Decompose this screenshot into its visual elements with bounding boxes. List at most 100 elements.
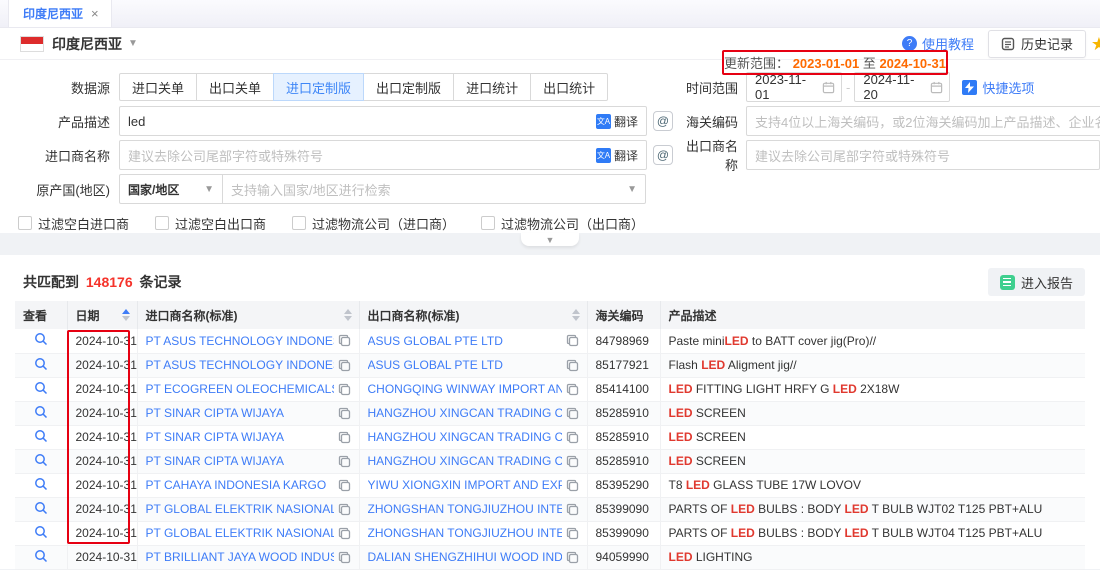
view-cell[interactable] bbox=[15, 377, 67, 401]
importer-link[interactable]: PT SINAR CIPTA WIJAYA bbox=[146, 406, 284, 420]
source-tab-3[interactable]: 出口定制版 bbox=[363, 73, 454, 101]
checkbox-icon[interactable] bbox=[18, 216, 32, 230]
exporter-link[interactable]: ASUS GLOBAL PTE LTD bbox=[368, 334, 503, 348]
copy-icon[interactable] bbox=[566, 527, 579, 540]
copy-icon[interactable] bbox=[338, 479, 351, 492]
source-tab-4[interactable]: 进口统计 bbox=[453, 73, 531, 101]
copy-icon[interactable] bbox=[566, 479, 579, 492]
importer-link[interactable]: PT BRILLIANT JAYA WOOD INDUSTRY bbox=[146, 550, 334, 564]
copy-icon[interactable] bbox=[338, 455, 351, 468]
importer-link[interactable]: PT ECOGREEN OLEOCHEMICALS bbox=[146, 382, 334, 396]
copy-icon[interactable] bbox=[566, 334, 579, 347]
view-magnifier-icon[interactable] bbox=[34, 525, 48, 539]
copy-icon[interactable] bbox=[338, 503, 351, 516]
view-magnifier-icon[interactable] bbox=[34, 501, 48, 515]
hs-code-input[interactable]: 支持4位以上海关编码，或2位海关编码加上产品描述、企业名称的任意信息 bbox=[746, 106, 1100, 136]
view-magnifier-icon[interactable] bbox=[34, 357, 48, 371]
view-magnifier-icon[interactable] bbox=[34, 429, 48, 443]
tutorial-link[interactable]: ? 使用教程 bbox=[902, 34, 974, 53]
source-tab-2[interactable]: 进口定制版 bbox=[273, 73, 364, 101]
importer-link[interactable]: PT ASUS TECHNOLOGY INDONESIA BA... bbox=[146, 334, 334, 348]
exporter-input[interactable]: 建议去除公司尾部字符或特殊符号 bbox=[746, 140, 1100, 170]
view-cell[interactable] bbox=[15, 521, 67, 545]
column-header-1[interactable]: 日期 bbox=[67, 301, 137, 329]
source-tab-0[interactable]: 进口关单 bbox=[119, 73, 197, 101]
filter-checkbox-2[interactable]: 过滤物流公司（进口商） bbox=[292, 214, 455, 233]
end-date-input[interactable]: 2024-11-20 bbox=[854, 72, 950, 102]
exporter-link[interactable]: CHONGQING WINWAY IMPORT AND E... bbox=[368, 382, 562, 396]
copy-icon[interactable] bbox=[338, 407, 351, 420]
copy-icon[interactable] bbox=[338, 334, 351, 347]
view-magnifier-icon[interactable] bbox=[34, 549, 48, 563]
copy-icon[interactable] bbox=[338, 359, 351, 372]
copy-icon[interactable] bbox=[338, 383, 351, 396]
chevron-down-icon[interactable]: ▼ bbox=[128, 38, 138, 49]
view-magnifier-icon[interactable] bbox=[34, 381, 48, 395]
copy-icon[interactable] bbox=[566, 359, 579, 372]
view-cell[interactable] bbox=[15, 329, 67, 353]
enter-report-button[interactable]: 进入报告 bbox=[988, 268, 1085, 296]
source-tab-5[interactable]: 出口统计 bbox=[530, 73, 608, 101]
copy-icon[interactable] bbox=[338, 431, 351, 444]
view-cell[interactable] bbox=[15, 449, 67, 473]
copy-icon[interactable] bbox=[566, 503, 579, 516]
favorite-star-icon[interactable]: ★ bbox=[1091, 34, 1100, 55]
window-tab-indonesia[interactable]: 印度尼西亚 × bbox=[8, 0, 112, 27]
country-title[interactable]: 印度尼西亚 bbox=[52, 34, 122, 54]
view-cell[interactable] bbox=[15, 353, 67, 377]
view-cell[interactable] bbox=[15, 425, 67, 449]
filter-checkbox-0[interactable]: 过滤空白进口商 bbox=[18, 214, 129, 233]
origin-type-select[interactable]: 国家/地区 ▼ bbox=[119, 174, 223, 204]
sort-icon[interactable] bbox=[122, 309, 130, 321]
view-magnifier-icon[interactable] bbox=[34, 332, 48, 346]
history-button[interactable]: 历史记录 bbox=[988, 30, 1086, 58]
view-magnifier-icon[interactable] bbox=[34, 477, 48, 491]
exporter-link[interactable]: HANGZHOU XINGCAN TRADING CO LTD bbox=[368, 406, 562, 420]
importer-link[interactable]: PT GLOBAL ELEKTRIK NASIONAL bbox=[146, 526, 334, 540]
quick-options-link[interactable]: 快捷选项 bbox=[962, 78, 1034, 97]
translate-button[interactable]: 文A 翻译 bbox=[596, 113, 638, 130]
checkbox-icon[interactable] bbox=[155, 216, 169, 230]
view-magnifier-icon[interactable] bbox=[34, 453, 48, 467]
exporter-link[interactable]: ASUS GLOBAL PTE LTD bbox=[368, 358, 503, 372]
copy-icon[interactable] bbox=[338, 551, 351, 564]
view-cell[interactable] bbox=[15, 401, 67, 425]
importer-link[interactable]: PT ASUS TECHNOLOGY INDONESIA BA... bbox=[146, 358, 334, 372]
column-header-3[interactable]: 出口商名称(标准) bbox=[359, 301, 587, 329]
importer-link[interactable]: PT SINAR CIPTA WIJAYA bbox=[146, 430, 284, 444]
exporter-link[interactable]: HANGZHOU XINGCAN TRADING CO LTD bbox=[368, 430, 562, 444]
exporter-link[interactable]: ZHONGSHAN TONGJIUZHOU INTERNA... bbox=[368, 502, 562, 516]
origin-search-input[interactable]: 支持输入国家/地区进行检索 ▼ bbox=[222, 174, 646, 204]
exporter-link[interactable]: YIWU XIONGXIN IMPORT AND EXPORT... bbox=[368, 478, 562, 492]
start-date-input[interactable]: 2023-11-01 bbox=[746, 72, 842, 102]
product-desc-input[interactable]: led 文A 翻译 bbox=[119, 106, 647, 136]
copy-icon[interactable] bbox=[338, 527, 351, 540]
column-header-2[interactable]: 进口商名称(标准) bbox=[137, 301, 359, 329]
importer-link[interactable]: PT GLOBAL ELEKTRIK NASIONAL bbox=[146, 502, 334, 516]
translate-button[interactable]: 文A 翻译 bbox=[596, 147, 638, 164]
source-tab-1[interactable]: 出口关单 bbox=[196, 73, 274, 101]
copy-icon[interactable] bbox=[566, 407, 579, 420]
exporter-link[interactable]: ZHONGSHAN TONGJIUZHOU INTERNA... bbox=[368, 526, 562, 540]
tab-close-icon[interactable]: × bbox=[91, 6, 99, 21]
sort-icon[interactable] bbox=[344, 309, 352, 321]
copy-icon[interactable] bbox=[566, 551, 579, 564]
filter-checkbox-3[interactable]: 过滤物流公司（出口商） bbox=[481, 214, 644, 233]
importer-link[interactable]: PT CAHAYA INDONESIA KARGO bbox=[146, 478, 327, 492]
view-cell[interactable] bbox=[15, 545, 67, 569]
copy-icon[interactable] bbox=[566, 455, 579, 468]
importer-link[interactable]: PT SINAR CIPTA WIJAYA bbox=[146, 454, 284, 468]
view-magnifier-icon[interactable] bbox=[34, 405, 48, 419]
checkbox-icon[interactable] bbox=[481, 216, 495, 230]
view-cell[interactable] bbox=[15, 473, 67, 497]
copy-icon[interactable] bbox=[566, 431, 579, 444]
copy-icon[interactable] bbox=[566, 383, 579, 396]
exporter-link[interactable]: DALIAN SHENGZHIHUI WOOD INDUST... bbox=[368, 550, 562, 564]
sort-icon[interactable] bbox=[572, 309, 580, 321]
match-mode-icon[interactable]: @ bbox=[653, 145, 673, 165]
exporter-link[interactable]: HANGZHOU XINGCAN TRADING CO LTD bbox=[368, 454, 562, 468]
collapse-panel-button[interactable]: ▼ bbox=[521, 233, 579, 246]
view-cell[interactable] bbox=[15, 497, 67, 521]
match-mode-icon[interactable]: @ bbox=[653, 111, 673, 131]
importer-input[interactable]: 建议去除公司尾部字符或特殊符号 文A 翻译 bbox=[119, 140, 647, 170]
